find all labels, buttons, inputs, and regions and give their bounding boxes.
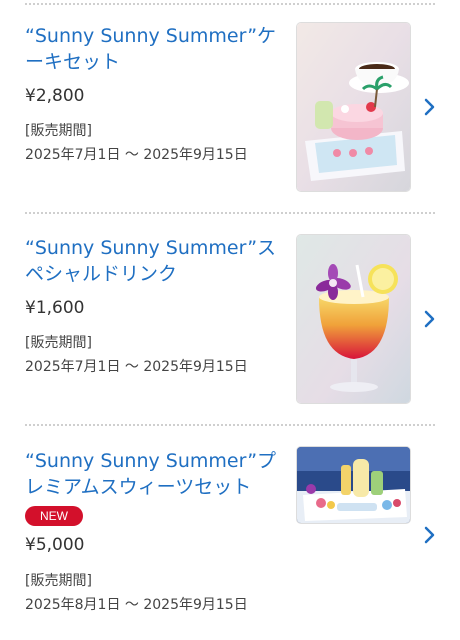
period-label: [販売期間] xyxy=(25,573,92,589)
chevron-right-icon[interactable] xyxy=(423,97,437,117)
period-value: 2025年7月1日 〜 2025年9月15日 xyxy=(25,359,248,375)
item-title[interactable]: “Sunny Sunny Summer”スペシャルドリンク xyxy=(25,235,287,287)
item-title[interactable]: “Sunny Sunny Summer”ケーキセット xyxy=(25,23,287,75)
menu-item-special-drink[interactable]: “Sunny Sunny Summer”スペシャルドリンク ¥1,600 [販売… xyxy=(0,212,460,424)
chevron-right-icon[interactable] xyxy=(423,309,437,329)
chevron-right-icon[interactable] xyxy=(423,525,437,545)
period-value: 2025年7月1日 〜 2025年9月15日 xyxy=(25,147,248,163)
item-title[interactable]: “Sunny Sunny Summer”プレミアムスウィーツセット xyxy=(25,448,287,500)
menu-item-premium-sweets-set[interactable]: “Sunny Sunny Summer”プレミアムスウィーツセット NEW ¥5… xyxy=(0,424,460,640)
new-badge: NEW xyxy=(25,506,83,526)
premium-sweets-set-photo[interactable] xyxy=(297,447,410,523)
item-price: ¥2,800 xyxy=(25,86,85,106)
cake-set-photo[interactable] xyxy=(297,23,410,191)
special-drink-photo[interactable] xyxy=(297,235,410,403)
item-price: ¥5,000 xyxy=(25,535,85,555)
period-label: [販売期間] xyxy=(25,335,92,351)
period-label: [販売期間] xyxy=(25,123,92,139)
menu-item-cake-set[interactable]: “Sunny Sunny Summer”ケーキセット ¥2,800 [販売期間]… xyxy=(0,0,460,212)
period-value: 2025年8月1日 〜 2025年9月15日 xyxy=(25,597,248,613)
item-price: ¥1,600 xyxy=(25,298,85,318)
